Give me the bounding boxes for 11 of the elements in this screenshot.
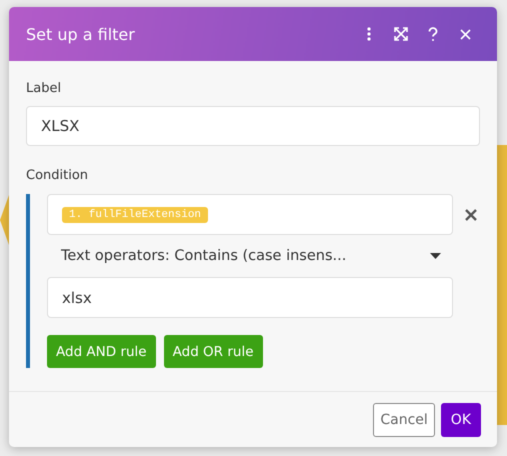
close-icon[interactable] [465,208,477,220]
caret-icon [430,253,441,259]
value-input[interactable]: xlsx [47,277,453,318]
variable-tag: 1. fullFileExtension [62,206,208,222]
label-caption: Label [26,81,62,96]
ok-button[interactable]: OK [440,402,481,436]
cancel-button[interactable]: Cancel [373,402,435,436]
operator-dropdown[interactable]: Text operators: Contains (case insens... [47,235,453,277]
dialog-title: Set up a filter [26,24,136,44]
condition-caption: Condition [26,168,90,183]
label-input[interactable]: XLSX [26,106,480,146]
